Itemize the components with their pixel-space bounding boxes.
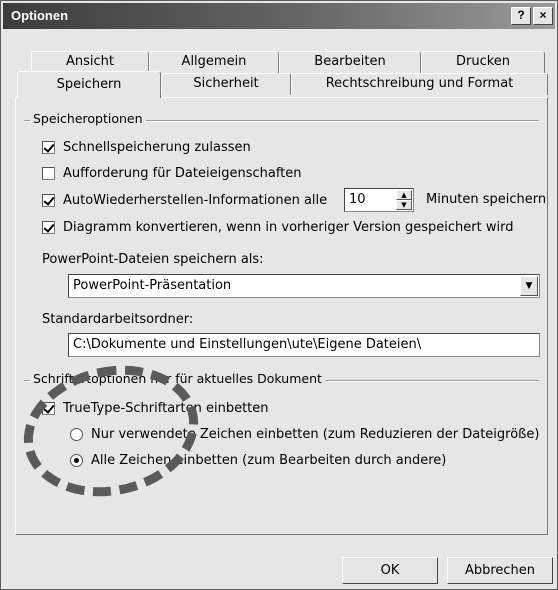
save-as-value: PowerPoint-Präsentation <box>73 278 232 293</box>
tab-ansicht[interactable]: Ansicht <box>31 51 149 73</box>
autorecover-minutes-spinner[interactable]: 10 ▲ ▼ <box>344 188 414 212</box>
all-chars-option[interactable]: Alle Zeichen einbetten (zum Bearbeiten d… <box>70 450 446 470</box>
tab-speichern[interactable]: Speichern <box>17 71 161 98</box>
save-as-label: PowerPoint-Dateien speichern als: <box>42 252 264 267</box>
autorecover-checkbox[interactable] <box>42 193 55 207</box>
spin-up-icon[interactable]: ▲ <box>396 190 412 200</box>
autorecover-suffix: Minuten speichern <box>426 192 547 207</box>
tab-bearbeiten[interactable]: Bearbeiten <box>279 51 421 73</box>
ok-button[interactable]: OK <box>342 557 438 584</box>
prompt-properties-option[interactable]: Aufforderung für Dateieigenschaften <box>42 163 302 183</box>
tab-drucken[interactable]: Drucken <box>421 51 545 73</box>
fast-save-option[interactable]: Schnellspeicherung zulassen <box>42 137 251 157</box>
autorecover-option[interactable]: AutoWiederherstellen-Informationen alle <box>42 190 327 210</box>
all-chars-radio[interactable] <box>70 453 83 467</box>
help-button[interactable]: ? <box>511 7 531 25</box>
only-used-chars-radio[interactable] <box>70 427 83 441</box>
title-bar[interactable]: Optionen ? × <box>3 3 555 29</box>
fast-save-label: Schnellspeicherung zulassen <box>63 139 251 155</box>
prompt-properties-label: Aufforderung für Dateieigenschaften <box>63 165 302 181</box>
tab-sicherheit[interactable]: Sicherheit <box>161 73 291 95</box>
all-chars-label: Alle Zeichen einbetten (zum Bearbeiten d… <box>91 452 447 468</box>
convert-charts-option[interactable]: Diagramm konvertieren, wenn in vorherige… <box>42 217 513 237</box>
save-as-dropdown[interactable]: PowerPoint-Präsentation ▼ <box>68 274 540 298</box>
only-used-chars-label: Nur verwendete Zeichen einbetten (zum Re… <box>91 426 540 442</box>
tab-panel-speichern: Speicheroptionen Schnellspeicherung zula… <box>15 97 548 535</box>
window-title: Optionen <box>11 8 69 23</box>
convert-charts-label: Diagramm konvertieren, wenn in vorherige… <box>63 219 514 235</box>
cancel-button[interactable]: Abbrechen <box>447 557 553 584</box>
close-button[interactable]: × <box>533 7 553 25</box>
tab-rechtschreibung[interactable]: Rechtschreibung und Format <box>291 73 548 95</box>
fast-save-checkbox[interactable] <box>42 140 55 154</box>
default-folder-label: Standardarbeitsordner: <box>42 312 194 327</box>
only-used-chars-option[interactable]: Nur verwendete Zeichen einbetten (zum Re… <box>70 424 539 444</box>
spin-down-icon[interactable]: ▼ <box>396 200 412 210</box>
group-label-font-options: Schriftartoptionen nur für aktuelles Dok… <box>30 371 325 386</box>
autorecover-label: AutoWiederherstellen-Informationen alle <box>63 192 328 208</box>
prompt-properties-checkbox[interactable] <box>42 166 55 180</box>
group-label-save-options: Speicheroptionen <box>30 111 146 126</box>
options-dialog: Optionen ? × Ansicht Allgemein Bearbeite… <box>0 0 558 590</box>
embed-truetype-label: TrueType-Schriftarten einbetten <box>63 400 269 416</box>
chevron-down-icon[interactable]: ▼ <box>520 276 538 296</box>
convert-charts-checkbox[interactable] <box>42 220 55 234</box>
default-folder-input[interactable]: C:\Dokumente und Einstellungen\ute\Eigen… <box>68 333 540 357</box>
default-folder-value: C:\Dokumente und Einstellungen\ute\Eigen… <box>73 337 422 352</box>
autorecover-minutes-value: 10 <box>349 192 366 207</box>
embed-truetype-option[interactable]: TrueType-Schriftarten einbetten <box>42 398 269 418</box>
tab-allgemein[interactable]: Allgemein <box>149 51 279 73</box>
embed-truetype-checkbox[interactable] <box>42 401 55 415</box>
